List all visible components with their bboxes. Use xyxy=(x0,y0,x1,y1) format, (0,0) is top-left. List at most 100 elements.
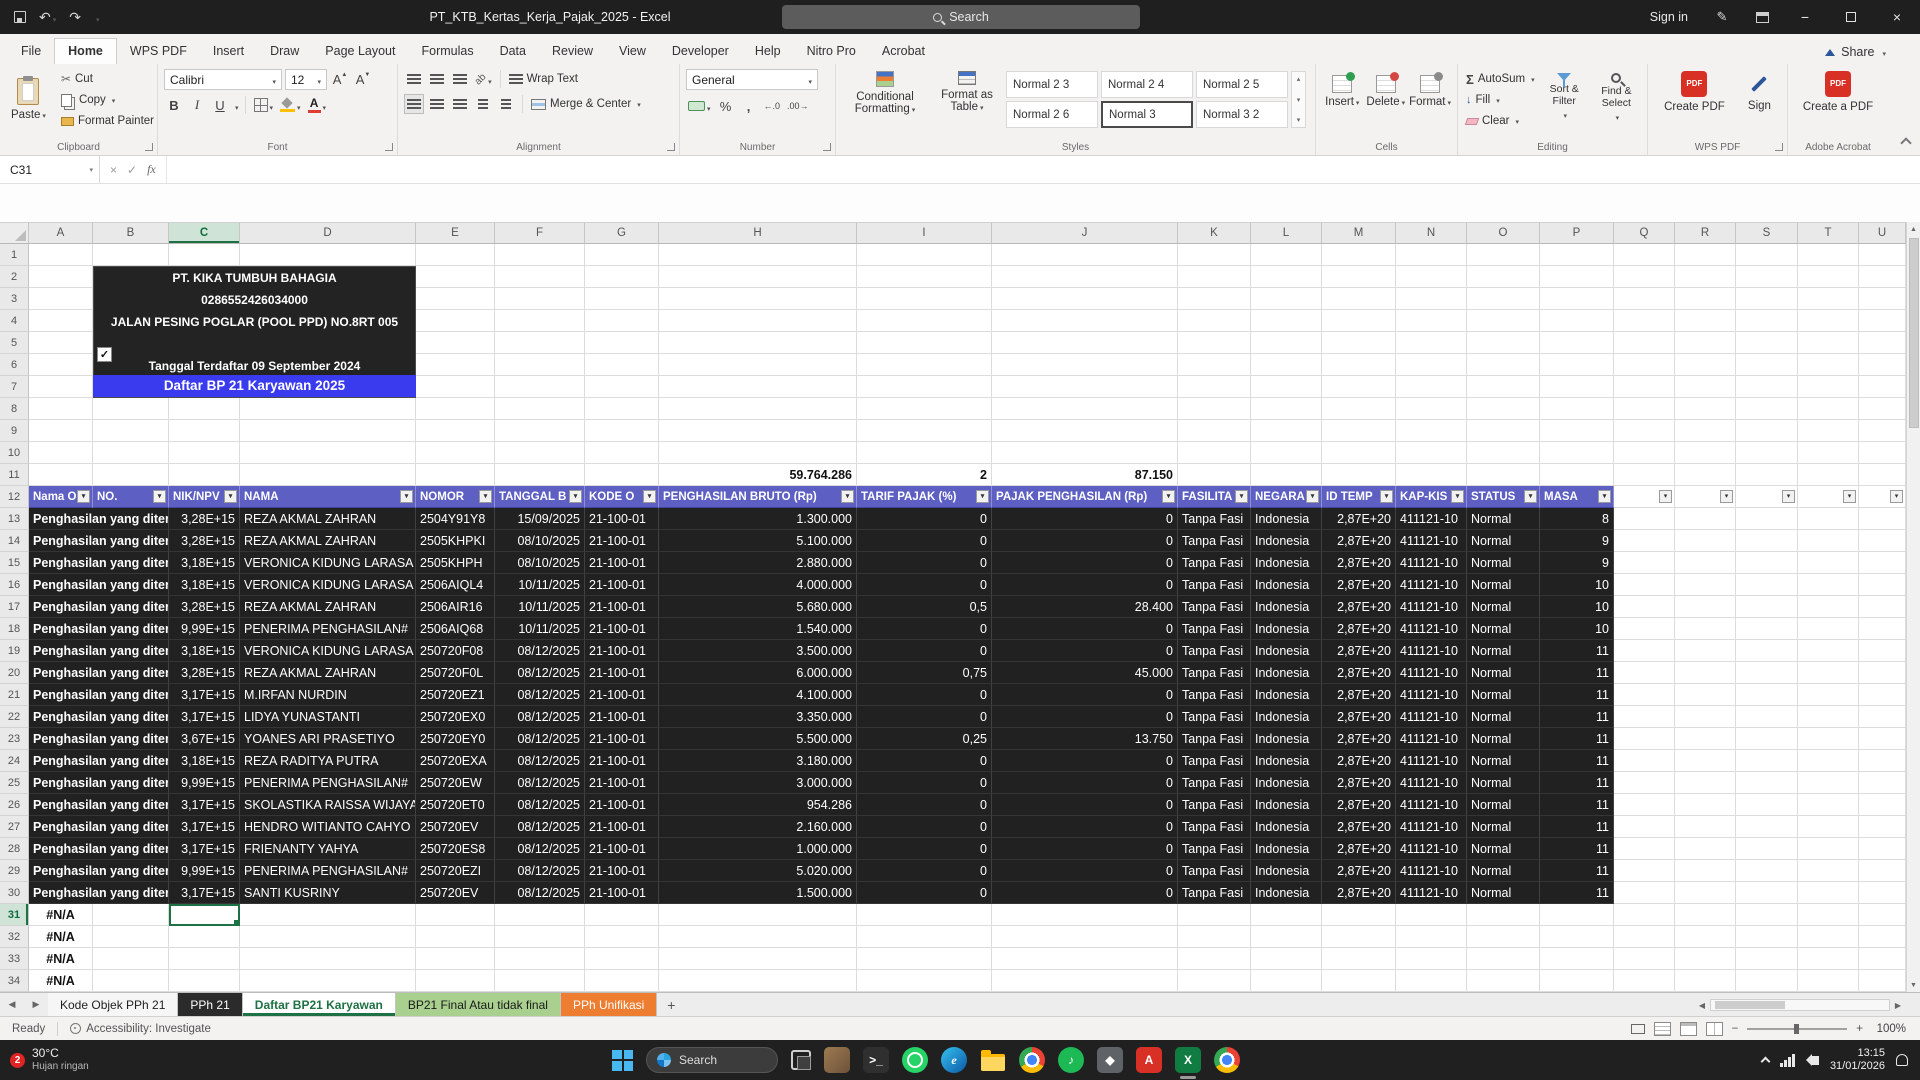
cell-U24[interactable] xyxy=(1859,750,1906,772)
cell-U30[interactable] xyxy=(1859,882,1906,904)
cell-F9[interactable] xyxy=(495,420,585,442)
cell-T23[interactable] xyxy=(1798,728,1859,750)
cell-L7[interactable] xyxy=(1251,376,1322,398)
zoom-slider[interactable] xyxy=(1747,1028,1847,1030)
filter-button-D[interactable]: ▾ xyxy=(400,490,413,503)
cell-M22[interactable]: 2,87E+20 xyxy=(1322,706,1396,728)
cell-T27[interactable] xyxy=(1798,816,1859,838)
cell-H16[interactable]: 4.000.000 xyxy=(659,574,857,596)
cell-O25[interactable]: Normal xyxy=(1467,772,1540,794)
cell-E20[interactable]: 250720F0L xyxy=(416,662,495,684)
cell-D10[interactable] xyxy=(240,442,416,464)
column-header-H[interactable]: H xyxy=(659,223,857,243)
cell-F3[interactable] xyxy=(495,288,585,310)
column-header-Q[interactable]: Q xyxy=(1614,223,1675,243)
cell-R2[interactable] xyxy=(1675,266,1736,288)
cell-D32[interactable] xyxy=(240,926,416,948)
cell-S34[interactable] xyxy=(1736,970,1798,992)
cell-A14[interactable]: Penghasilan yang diter xyxy=(29,530,169,552)
cell-S12[interactable]: ▾ xyxy=(1736,486,1798,508)
cell-S24[interactable] xyxy=(1736,750,1798,772)
column-header-E[interactable]: E xyxy=(416,223,495,243)
cell-F18[interactable]: 10/11/2025 xyxy=(495,618,585,640)
cell-J31[interactable] xyxy=(992,904,1178,926)
cell-H17[interactable]: 5.680.000 xyxy=(659,596,857,618)
cell-O11[interactable] xyxy=(1467,464,1540,486)
cell-C29[interactable]: 9,99E+15 xyxy=(169,860,240,882)
cell-F10[interactable] xyxy=(495,442,585,464)
cell-A1[interactable] xyxy=(29,244,93,266)
cell-J29[interactable]: 0 xyxy=(992,860,1178,882)
cell-F16[interactable]: 10/11/2025 xyxy=(495,574,585,596)
cell-U10[interactable] xyxy=(1859,442,1906,464)
cell-N21[interactable]: 411121-10 xyxy=(1396,684,1467,706)
cell-O26[interactable]: Normal xyxy=(1467,794,1540,816)
cell-S2[interactable] xyxy=(1736,266,1798,288)
customize-qat-icon[interactable] xyxy=(94,9,100,25)
cell-E29[interactable]: 250720EZI xyxy=(416,860,495,882)
cell-F2[interactable] xyxy=(495,266,585,288)
column-header-S[interactable]: S xyxy=(1736,223,1798,243)
cell-A20[interactable]: Penghasilan yang diter xyxy=(29,662,169,684)
cell-P30[interactable]: 11 xyxy=(1540,882,1614,904)
cell-O5[interactable] xyxy=(1467,332,1540,354)
cell-D13[interactable]: REZA AKMAL ZAHRAN xyxy=(240,508,416,530)
cell-N30[interactable]: 411121-10 xyxy=(1396,882,1467,904)
cell-K15[interactable]: Tanpa Fasi xyxy=(1178,552,1251,574)
cell-G11[interactable] xyxy=(585,464,659,486)
ribbon-tab-data[interactable]: Data xyxy=(487,39,539,64)
cell-N9[interactable] xyxy=(1396,420,1467,442)
cell-M19[interactable]: 2,87E+20 xyxy=(1322,640,1396,662)
cell-G17[interactable]: 21-100-01 xyxy=(585,596,659,618)
cell-C26[interactable]: 3,17E+15 xyxy=(169,794,240,816)
cell-U20[interactable] xyxy=(1859,662,1906,684)
cell-Q20[interactable] xyxy=(1614,662,1675,684)
cell-P33[interactable] xyxy=(1540,948,1614,970)
cell-I6[interactable] xyxy=(857,354,992,376)
cell-C15[interactable]: 3,18E+15 xyxy=(169,552,240,574)
cell-R16[interactable] xyxy=(1675,574,1736,596)
cell-M2[interactable] xyxy=(1322,266,1396,288)
restore-button[interactable] xyxy=(1828,0,1874,34)
cell-Q18[interactable] xyxy=(1614,618,1675,640)
gallery-more-icon[interactable]: ▾ xyxy=(1297,116,1301,124)
comma-style-button[interactable]: , xyxy=(739,96,759,116)
style-normal-3[interactable]: Normal 3 xyxy=(1101,101,1193,128)
cell-O7[interactable] xyxy=(1467,376,1540,398)
cell-L14[interactable]: Indonesia xyxy=(1251,530,1322,552)
cell-S28[interactable] xyxy=(1736,838,1798,860)
cell-C16[interactable]: 3,18E+15 xyxy=(169,574,240,596)
cell-C31[interactable] xyxy=(169,904,240,926)
cell-H6[interactable] xyxy=(659,354,857,376)
cell-Q23[interactable] xyxy=(1614,728,1675,750)
cell-A3[interactable] xyxy=(29,288,93,310)
cell-M14[interactable]: 2,87E+20 xyxy=(1322,530,1396,552)
cell-P9[interactable] xyxy=(1540,420,1614,442)
cell-E26[interactable]: 250720ET0 xyxy=(416,794,495,816)
row-header-32[interactable]: 32 xyxy=(0,926,29,948)
cell-S6[interactable] xyxy=(1736,354,1798,376)
zoom-level[interactable]: 100% xyxy=(1872,1023,1906,1035)
cell-K33[interactable] xyxy=(1178,948,1251,970)
underline-button[interactable]: U xyxy=(210,95,230,115)
cell-R28[interactable] xyxy=(1675,838,1736,860)
cell-S14[interactable] xyxy=(1736,530,1798,552)
cell-A32[interactable]: #N/A xyxy=(29,926,93,948)
cell-L24[interactable]: Indonesia xyxy=(1251,750,1322,772)
enter-button[interactable]: ✓ xyxy=(127,163,137,177)
cell-M13[interactable]: 2,87E+20 xyxy=(1322,508,1396,530)
cell-R12[interactable]: ▾ xyxy=(1675,486,1736,508)
cell-K4[interactable] xyxy=(1178,310,1251,332)
cell-I5[interactable] xyxy=(857,332,992,354)
cell-S18[interactable] xyxy=(1736,618,1798,640)
cell-H1[interactable] xyxy=(659,244,857,266)
cell-A11[interactable] xyxy=(29,464,93,486)
cell-I2[interactable] xyxy=(857,266,992,288)
cell-U14[interactable] xyxy=(1859,530,1906,552)
cell-E11[interactable] xyxy=(416,464,495,486)
cell-I27[interactable]: 0 xyxy=(857,816,992,838)
cell-J3[interactable] xyxy=(992,288,1178,310)
cell-D1[interactable] xyxy=(240,244,416,266)
cell-J17[interactable]: 28.400 xyxy=(992,596,1178,618)
cell-G22[interactable]: 21-100-01 xyxy=(585,706,659,728)
